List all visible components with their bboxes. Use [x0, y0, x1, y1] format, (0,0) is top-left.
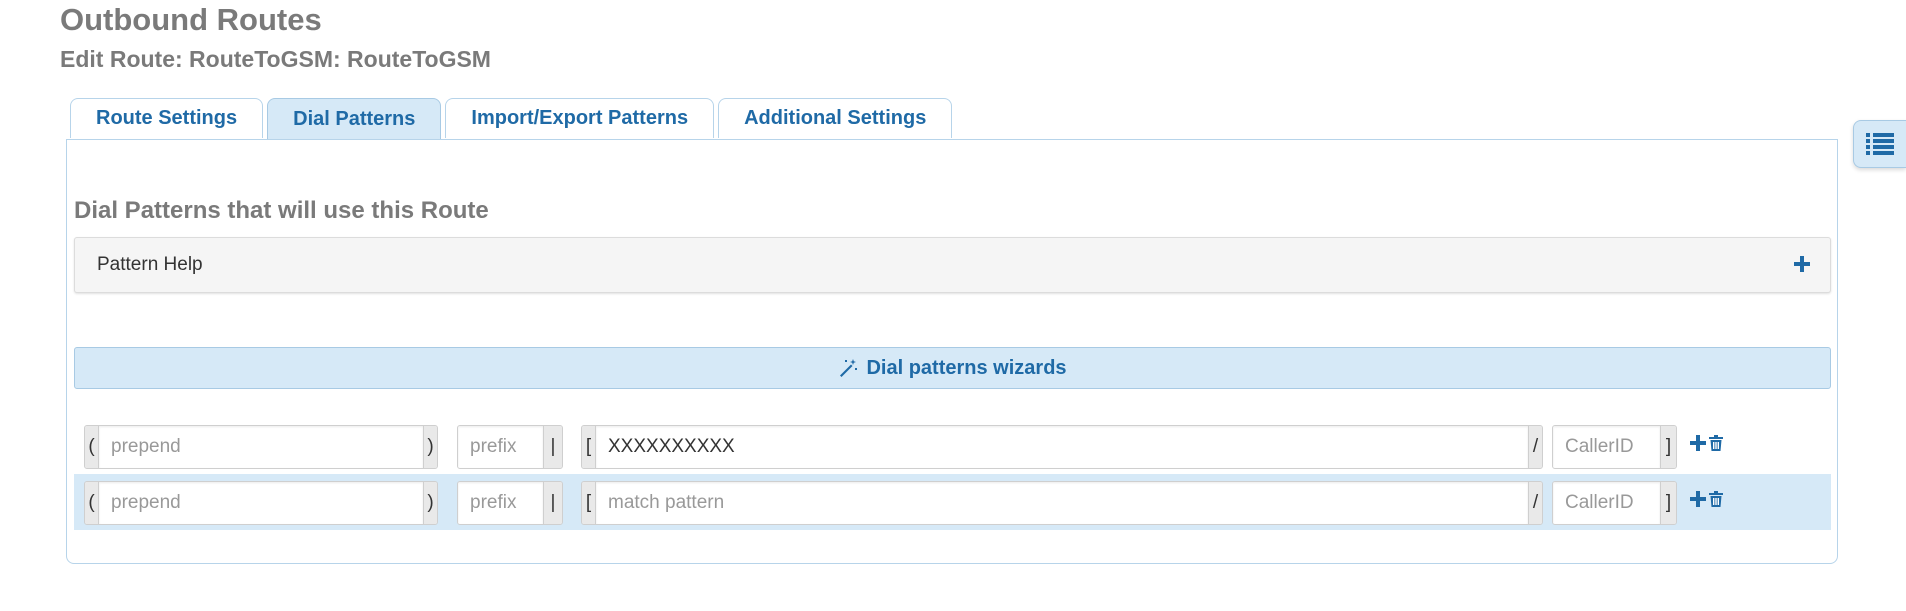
side-menu-toggle[interactable]: [1853, 120, 1906, 168]
prepend-group: ( ): [84, 425, 438, 469]
callerid-input[interactable]: [1553, 482, 1661, 524]
caller-close-addon: ]: [1661, 426, 1676, 468]
pattern-help-toggle[interactable]: Pattern Help: [74, 237, 1831, 293]
trash-icon: [1709, 435, 1723, 451]
prepend-input[interactable]: [98, 482, 424, 524]
callerid-input[interactable]: [1553, 426, 1661, 468]
list-icon: [1866, 133, 1894, 155]
prefix-input[interactable]: [458, 482, 544, 524]
pattern-help-label: Pattern Help: [97, 254, 203, 275]
prefix-sep-addon: |: [544, 482, 562, 524]
wizard-label: Dial patterns wizards: [866, 356, 1067, 379]
dial-pattern-row: ( ) | [ / ]: [74, 474, 1831, 530]
section-heading: Dial Patterns that will use this Route: [74, 197, 489, 224]
match-sep-addon: /: [1529, 426, 1542, 468]
match-pattern-group: [ /: [581, 481, 1543, 525]
prefix-sep-addon: |: [544, 426, 562, 468]
plus-icon: [1690, 435, 1706, 451]
magic-wand-icon: [840, 359, 858, 377]
prepend-open-addon: (: [85, 426, 98, 468]
prepend-open-addon: (: [85, 482, 98, 524]
prefix-group: |: [457, 425, 563, 469]
match-pattern-input[interactable]: [595, 426, 1529, 468]
row-actions: [1690, 435, 1726, 451]
prepend-input[interactable]: [98, 426, 424, 468]
match-open-addon: [: [582, 426, 595, 468]
page-subtitle: Edit Route: RouteToGSM: RouteToGSM: [60, 46, 491, 72]
delete-pattern-button[interactable]: [1709, 435, 1723, 451]
trash-icon: [1709, 491, 1723, 507]
tab-import-export-patterns[interactable]: Import/Export Patterns: [445, 98, 715, 138]
prepend-close-addon: ): [424, 426, 437, 468]
prepend-close-addon: ): [424, 482, 437, 524]
match-sep-addon: /: [1529, 482, 1542, 524]
delete-pattern-button[interactable]: [1709, 491, 1723, 507]
match-pattern-input[interactable]: [595, 482, 1529, 524]
tab-bar: Route Settings Dial Patterns Import/Expo…: [70, 98, 956, 140]
caller-close-addon: ]: [1661, 482, 1676, 524]
match-pattern-group: [ /: [581, 425, 1543, 469]
plus-icon: [1794, 252, 1810, 278]
prefix-group: |: [457, 481, 563, 525]
dial-patterns-wizard-button[interactable]: Dial patterns wizards: [74, 347, 1831, 389]
tab-additional-settings[interactable]: Additional Settings: [718, 98, 953, 138]
callerid-group: ]: [1552, 481, 1677, 525]
add-pattern-button[interactable]: [1690, 491, 1706, 507]
dial-pattern-row: ( ) | [ / ]: [74, 418, 1831, 474]
tab-dial-patterns[interactable]: Dial Patterns: [267, 98, 442, 140]
callerid-group: ]: [1552, 425, 1677, 469]
prepend-group: ( ): [84, 481, 438, 525]
tab-route-settings[interactable]: Route Settings: [70, 98, 264, 138]
prefix-input[interactable]: [458, 426, 544, 468]
row-actions: [1690, 491, 1726, 507]
plus-icon: [1690, 491, 1706, 507]
add-pattern-button[interactable]: [1690, 435, 1706, 451]
page-title: Outbound Routes: [60, 2, 322, 37]
match-open-addon: [: [582, 482, 595, 524]
